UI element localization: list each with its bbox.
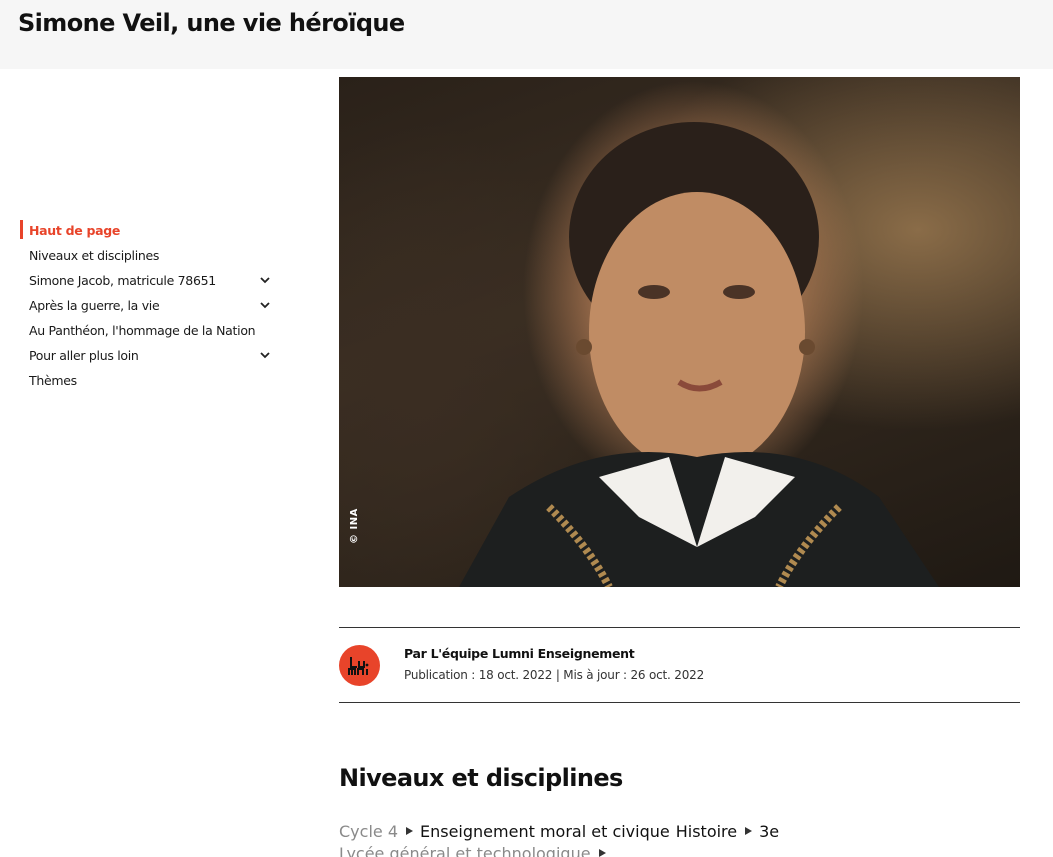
cycle-label: Cycle 4 bbox=[339, 821, 398, 841]
page-title: Simone Veil, une vie héroïque bbox=[18, 9, 405, 37]
author-byline: Par L'équipe Lumni Enseignement bbox=[404, 646, 635, 661]
hero-photo: © INA bbox=[339, 77, 1020, 587]
photo-credit: © INA bbox=[349, 508, 360, 544]
chevron-down-icon[interactable] bbox=[259, 276, 271, 285]
discipline-link[interactable]: Enseignement moral et civique bbox=[420, 822, 670, 841]
table-of-contents: Haut de page Niveaux et disciplines Simo… bbox=[20, 218, 282, 393]
toc-item-pour-aller-plus-loin[interactable]: Pour aller plus loin bbox=[20, 343, 282, 368]
toc-item-label: Thèmes bbox=[29, 373, 77, 388]
level-row: Lycée général et technologique bbox=[339, 842, 1039, 857]
levels-list: Cycle 4 Enseignement moral et civique Hi… bbox=[339, 820, 1039, 857]
toc-item-simone-jacob[interactable]: Simone Jacob, matricule 78651 bbox=[20, 268, 282, 293]
toc-item-niveaux[interactable]: Niveaux et disciplines bbox=[20, 243, 282, 268]
toc-item-label: Simone Jacob, matricule 78651 bbox=[29, 273, 216, 288]
section-title-niveaux: Niveaux et disciplines bbox=[339, 764, 623, 792]
toc-item-apres-la-guerre[interactable]: Après la guerre, la vie bbox=[20, 293, 282, 318]
level-row: Cycle 4 Enseignement moral et civique Hi… bbox=[339, 820, 1039, 842]
publication-dates: Publication : 18 oct. 2022 | Mis à jour … bbox=[404, 668, 704, 682]
toc-item-label: Niveaux et disciplines bbox=[29, 248, 160, 263]
toc-item-label: Pour aller plus loin bbox=[29, 348, 139, 363]
toc-item-label: Après la guerre, la vie bbox=[29, 298, 160, 313]
author-info: Par L'équipe Lumni Enseignement Publicat… bbox=[339, 627, 1020, 703]
arrow-right-icon bbox=[745, 827, 753, 835]
lumni-logo bbox=[339, 645, 380, 686]
top-header: Simone Veil, une vie héroïque bbox=[0, 0, 1053, 69]
portrait-illustration bbox=[459, 122, 939, 587]
chevron-down-icon[interactable] bbox=[259, 301, 271, 310]
toc-item-pantheon[interactable]: Au Panthéon, l'hommage de la Nation bbox=[20, 318, 282, 343]
toc-item-label: Au Panthéon, l'hommage de la Nation bbox=[29, 323, 256, 338]
toc-item-label: Haut de page bbox=[29, 223, 121, 238]
level-link[interactable]: 3e bbox=[759, 822, 779, 841]
toc-item-haut-de-page[interactable]: Haut de page bbox=[20, 218, 282, 243]
cycle-label: Lycée général et technologique bbox=[339, 843, 591, 857]
discipline-link[interactable]: Histoire bbox=[676, 822, 737, 841]
lumni-logo-icon bbox=[348, 657, 369, 675]
toc-item-themes[interactable]: Thèmes bbox=[20, 368, 282, 393]
arrow-right-icon bbox=[598, 849, 606, 857]
chevron-down-icon[interactable] bbox=[259, 351, 271, 360]
arrow-right-icon bbox=[406, 827, 413, 835]
